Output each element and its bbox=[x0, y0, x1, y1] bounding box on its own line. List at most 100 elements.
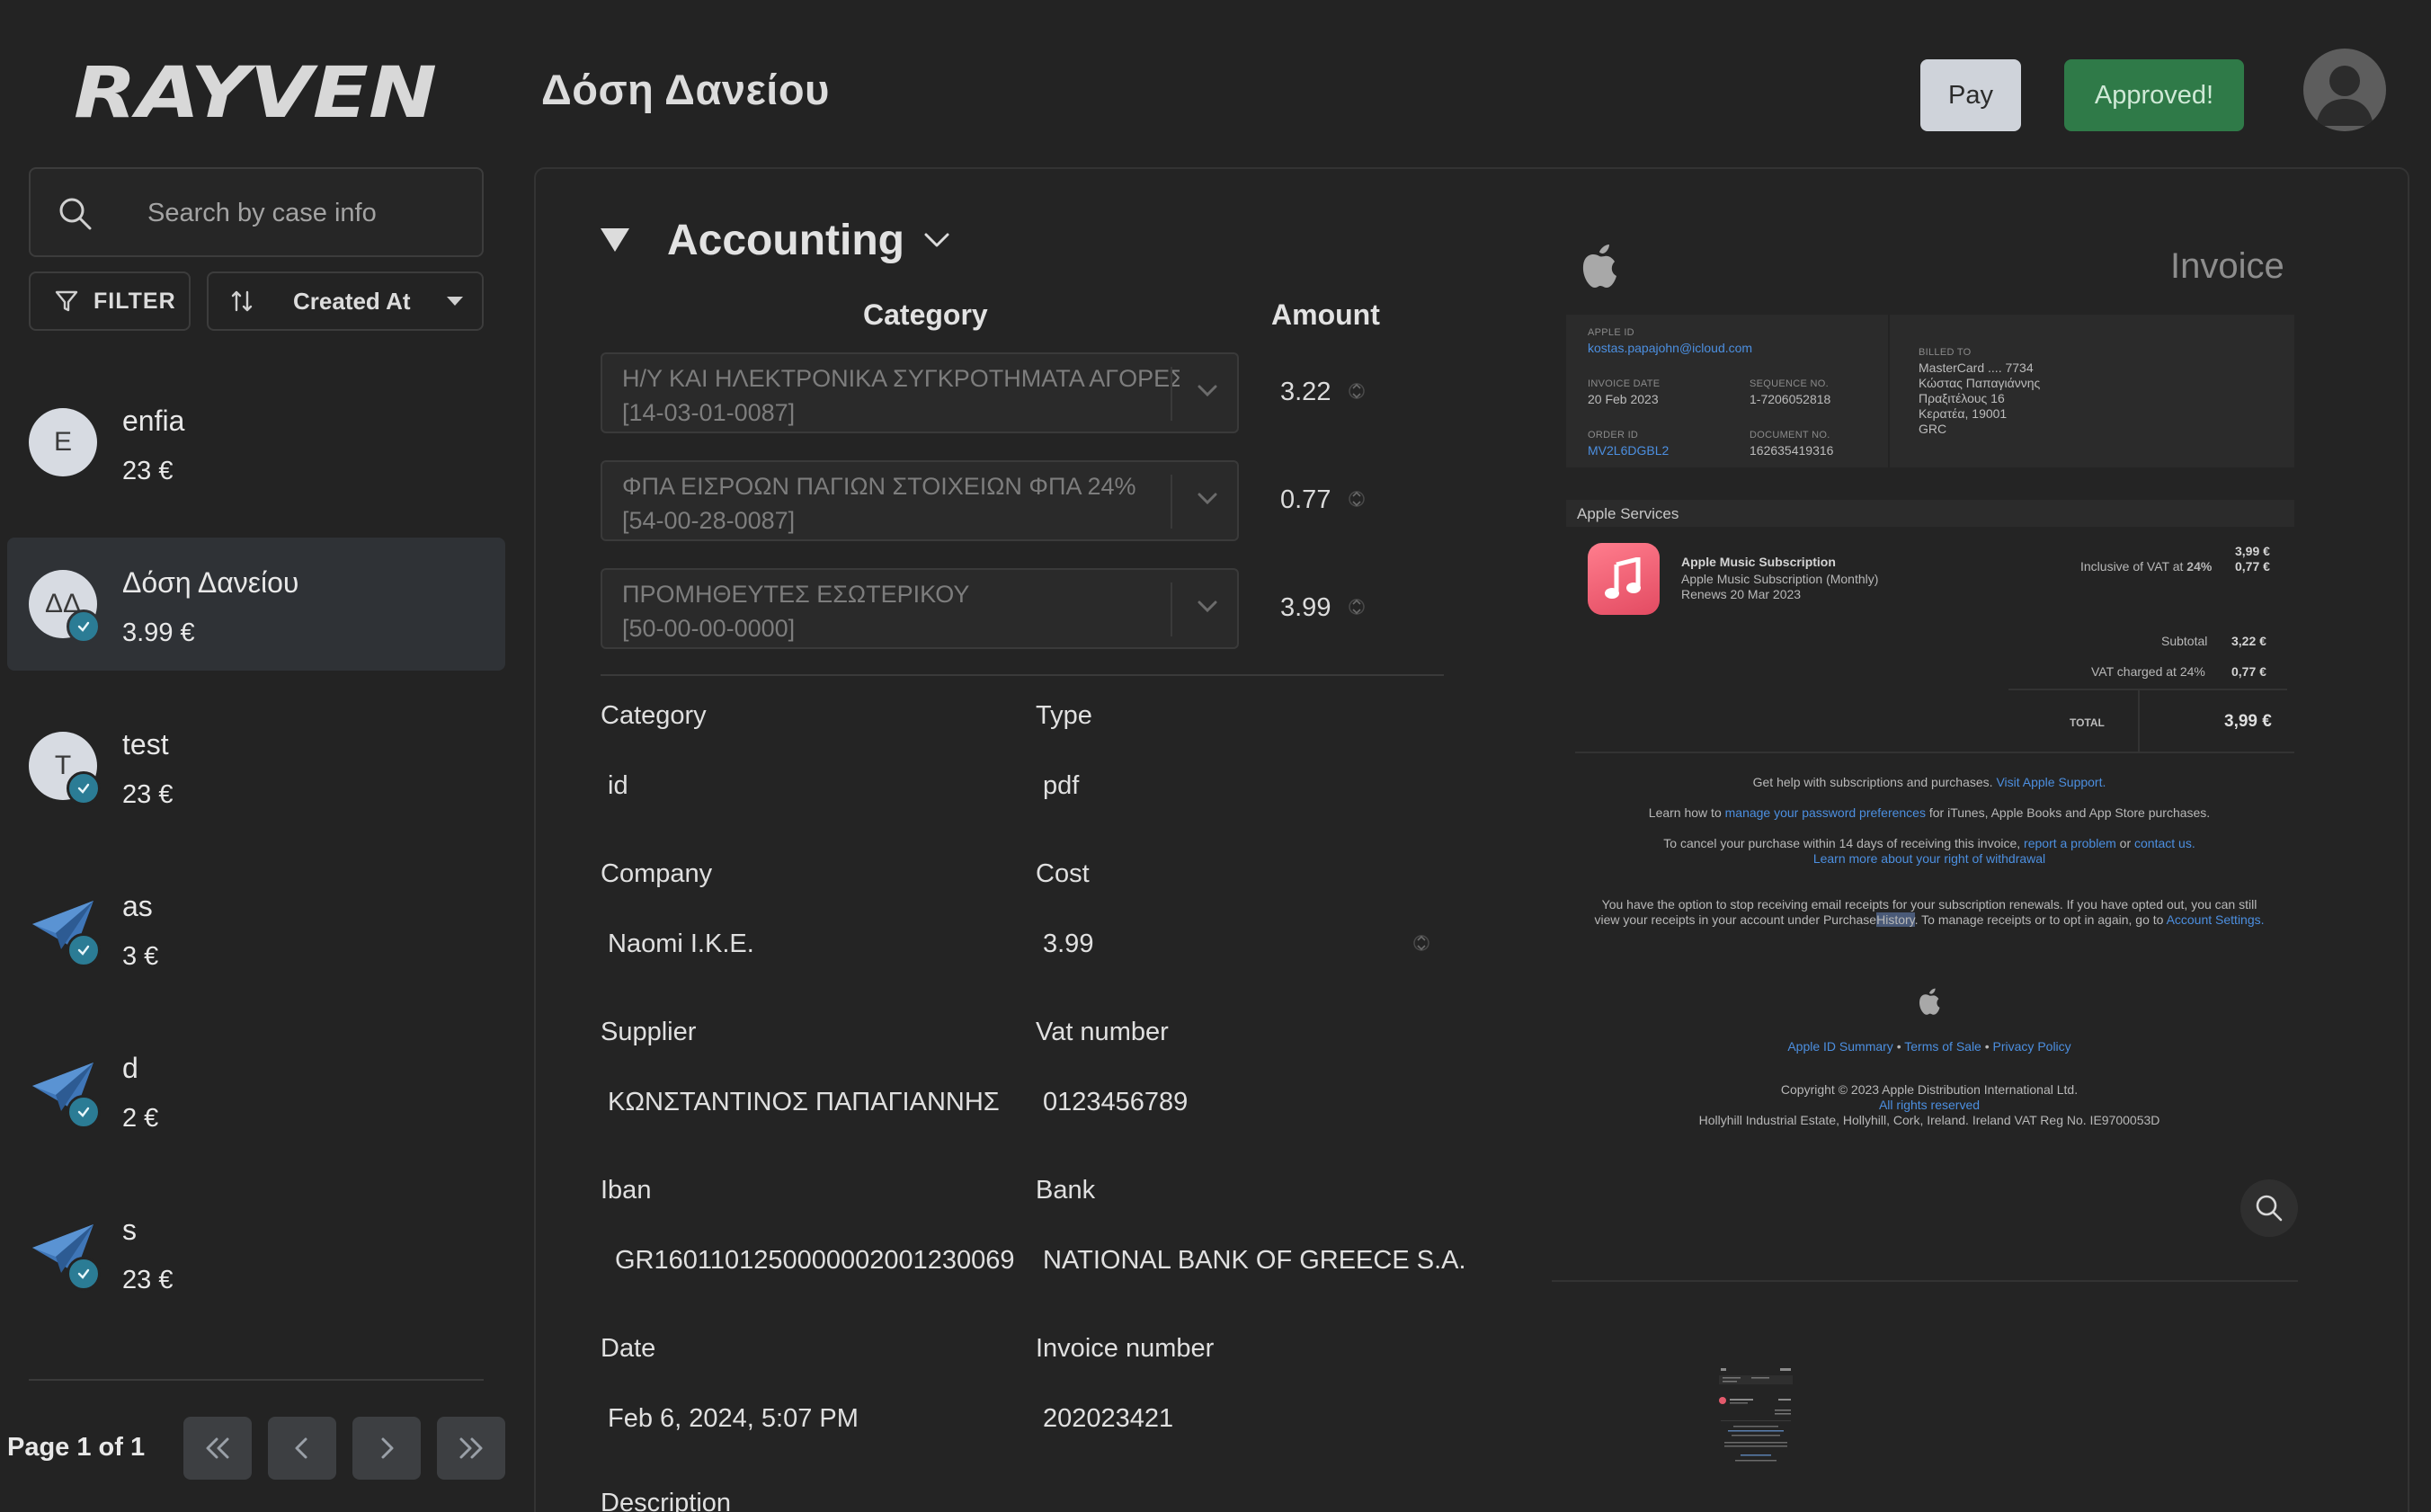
case-name: enfia bbox=[122, 405, 185, 437]
rights-link[interactable]: All rights reserved bbox=[1552, 1098, 2307, 1113]
category-name: ΦΠΑ ΕΙΣΡΟΩΝ ΠΑΓΙΩΝ ΣΤΟΙΧΕΙΩΝ ΦΠΑ 24% bbox=[622, 473, 1136, 500]
cost-field[interactable]: 3.99 bbox=[1043, 929, 1093, 959]
category-field[interactable]: id bbox=[608, 771, 628, 801]
password-link[interactable]: manage your password preferences bbox=[1725, 805, 1926, 820]
order-id-value[interactable]: MV2L6DGBL2 bbox=[1588, 443, 1669, 458]
iban-label: Iban bbox=[601, 1176, 652, 1205]
chevron-down-icon[interactable] bbox=[1196, 491, 1219, 507]
sequence-label: SEQUENCE NO. bbox=[1750, 378, 1829, 389]
supplier-field[interactable]: ΚΩΝΣΤΑΝΤΙΝΟΣ ΠΑΠΑΓΙΑΝΝΗΣ bbox=[608, 1088, 1000, 1117]
filter-icon bbox=[55, 290, 78, 312]
chevron-down-icon[interactable] bbox=[1196, 383, 1219, 399]
first-page-button[interactable] bbox=[183, 1417, 252, 1480]
vat-charged-label: VAT charged at 24% bbox=[2091, 664, 2205, 679]
supplier-label: Supplier bbox=[601, 1018, 697, 1046]
account-settings-link[interactable]: Account Settings. bbox=[2167, 912, 2265, 927]
stepper-icon[interactable] bbox=[1349, 593, 1365, 620]
collapse-triangle-icon[interactable] bbox=[601, 228, 629, 252]
prev-page-button[interactable] bbox=[268, 1417, 336, 1480]
subtotal-label: Subtotal bbox=[2161, 634, 2208, 648]
line-amount-1[interactable]: 3.22 bbox=[1280, 378, 1331, 407]
chevron-down-icon[interactable] bbox=[922, 230, 951, 250]
company-address: Hollyhill Industrial Estate, Hollyhill, … bbox=[1698, 1113, 2160, 1127]
sequence-value: 1-7206052818 bbox=[1750, 392, 1831, 406]
password-suffix: for iTunes, Apple Books and App Store pu… bbox=[1928, 805, 2211, 820]
company-field[interactable]: Naomi I.K.E. bbox=[608, 929, 754, 959]
or-text: or bbox=[2119, 836, 2132, 850]
line-amount-3[interactable]: 3.99 bbox=[1280, 593, 1331, 623]
select-separator bbox=[1171, 475, 1172, 529]
line-amount-2[interactable]: 0.77 bbox=[1280, 485, 1331, 515]
invoice-number-label: Invoice number bbox=[1036, 1334, 1215, 1363]
type-label: Type bbox=[1036, 701, 1092, 730]
item-name: Apple Music Subscription bbox=[1681, 555, 1836, 569]
iban-field[interactable]: GR1601101250000002001230069 bbox=[615, 1246, 1015, 1276]
cancel-text: To cancel your purchase within 14 days o… bbox=[1663, 836, 2021, 850]
zoom-button[interactable] bbox=[2240, 1179, 2298, 1237]
optout-mid: . To manage receipts or to opt in again,… bbox=[1914, 912, 2164, 927]
user-avatar[interactable] bbox=[2303, 49, 2386, 131]
last-page-button[interactable] bbox=[437, 1417, 505, 1480]
check-badge-icon bbox=[67, 1257, 101, 1291]
chevron-left-icon bbox=[295, 1437, 307, 1459]
date-field[interactable]: Feb 6, 2024, 5:07 PM bbox=[608, 1404, 859, 1434]
item-vat: 0,77 € bbox=[2235, 559, 2270, 574]
case-name: as bbox=[122, 890, 153, 922]
case-item-s[interactable]: s 23 € bbox=[7, 1185, 505, 1318]
billed-to-line: GRC bbox=[1919, 422, 1947, 436]
invoice-page-thumbnail[interactable] bbox=[1715, 1363, 1796, 1465]
stepper-icon[interactable] bbox=[1349, 485, 1365, 512]
privacy-policy-link[interactable]: Privacy Policy bbox=[1993, 1039, 2071, 1054]
chevron-down-icon[interactable] bbox=[1196, 599, 1219, 615]
next-page-button[interactable] bbox=[352, 1417, 421, 1480]
filter-button[interactable]: FILTER bbox=[29, 271, 191, 331]
item-subtitle: Apple Music Subscription (Monthly) bbox=[1681, 572, 1879, 586]
apple-logo-icon bbox=[1582, 245, 1616, 288]
withdrawal-link[interactable]: Learn more about your right of withdrawa… bbox=[1552, 851, 2307, 867]
invoice-number-field[interactable]: 202023421 bbox=[1043, 1404, 1173, 1434]
vat-number-field[interactable]: 0123456789 bbox=[1043, 1088, 1188, 1117]
stepper-icon[interactable] bbox=[1413, 929, 1429, 956]
billed-to-line: Πραξιτέλους 16 bbox=[1919, 391, 2005, 405]
pay-button[interactable]: Pay bbox=[1920, 59, 2021, 131]
bank-field[interactable]: NATIONAL BANK OF GREECE S.A. bbox=[1043, 1246, 1466, 1276]
caret-down-icon bbox=[446, 297, 463, 306]
date-label: Date bbox=[601, 1334, 656, 1363]
case-amount: 23 € bbox=[122, 457, 174, 485]
report-problem-link[interactable]: report a problem bbox=[2024, 836, 2116, 850]
search-icon bbox=[2256, 1195, 2283, 1222]
case-name: d bbox=[122, 1052, 138, 1084]
case-item-test[interactable]: T test 23 € bbox=[7, 699, 505, 832]
search-icon bbox=[59, 198, 92, 230]
billed-to-line: Κώστας Παπαγιάννης bbox=[1919, 376, 2041, 390]
case-item-enfia[interactable]: E enfia 23 € bbox=[7, 376, 505, 509]
category-select-3[interactable]: ΠΡΟΜΗΘΕΥΤΕΣ ΕΣΩΤΕΡΙΚΟΥ [50-00-00-0000] bbox=[601, 568, 1239, 649]
terms-of-sale-link[interactable]: Terms of Sale bbox=[1904, 1039, 1981, 1054]
chevrons-left-icon bbox=[206, 1437, 229, 1459]
item-price: 3,99 € bbox=[2235, 544, 2270, 558]
help-line: Get help with subscriptions and purchase… bbox=[1552, 775, 2307, 790]
sort-button[interactable]: Created At bbox=[207, 271, 484, 331]
contact-link[interactable]: contact us. bbox=[2134, 836, 2195, 850]
case-amount: 3.99 € bbox=[122, 618, 195, 647]
case-item-dosi-daneiou[interactable]: ΔΔ Δόση Δανείου 3.99 € bbox=[7, 538, 505, 671]
page-title: Δόση Δανείου bbox=[541, 66, 830, 113]
type-field[interactable]: pdf bbox=[1043, 771, 1079, 801]
apple-id-value[interactable]: kostas.papajohn@icloud.com bbox=[1588, 341, 1752, 355]
apple-id-label: APPLE ID bbox=[1588, 327, 1634, 338]
apple-id-summary-link[interactable]: Apple ID Summary bbox=[1787, 1039, 1892, 1054]
history-highlight: History bbox=[1876, 912, 1915, 927]
invoice-title: Invoice bbox=[2170, 246, 2284, 286]
document-value: 162635419316 bbox=[1750, 443, 1834, 458]
stepper-icon[interactable] bbox=[1349, 378, 1365, 405]
billed-to-label: BILLED TO bbox=[1919, 347, 1972, 358]
meta-divider bbox=[1888, 315, 1890, 467]
category-select-2[interactable]: ΦΠΑ ΕΙΣΡΟΩΝ ΠΑΓΙΩΝ ΣΤΟΙΧΕΙΩΝ ΦΠΑ 24% [54… bbox=[601, 460, 1239, 541]
approved-button[interactable]: Approved! bbox=[2064, 59, 2244, 131]
category-select-1[interactable]: Η/Υ ΚΑΙ ΗΛΕΚΤΡΟΝΙΚΑ ΣΥΓΚΡΟΤΗΜΑΤΑ ΑΓΟΡΕΣ … bbox=[601, 352, 1239, 433]
bullet: • bbox=[1896, 1039, 1901, 1054]
search-input[interactable]: Search by case info bbox=[29, 167, 484, 257]
support-link[interactable]: Visit Apple Support. bbox=[1996, 775, 2106, 789]
case-item-d[interactable]: d 2 € bbox=[7, 1023, 505, 1156]
case-item-as[interactable]: as 3 € bbox=[7, 861, 505, 994]
